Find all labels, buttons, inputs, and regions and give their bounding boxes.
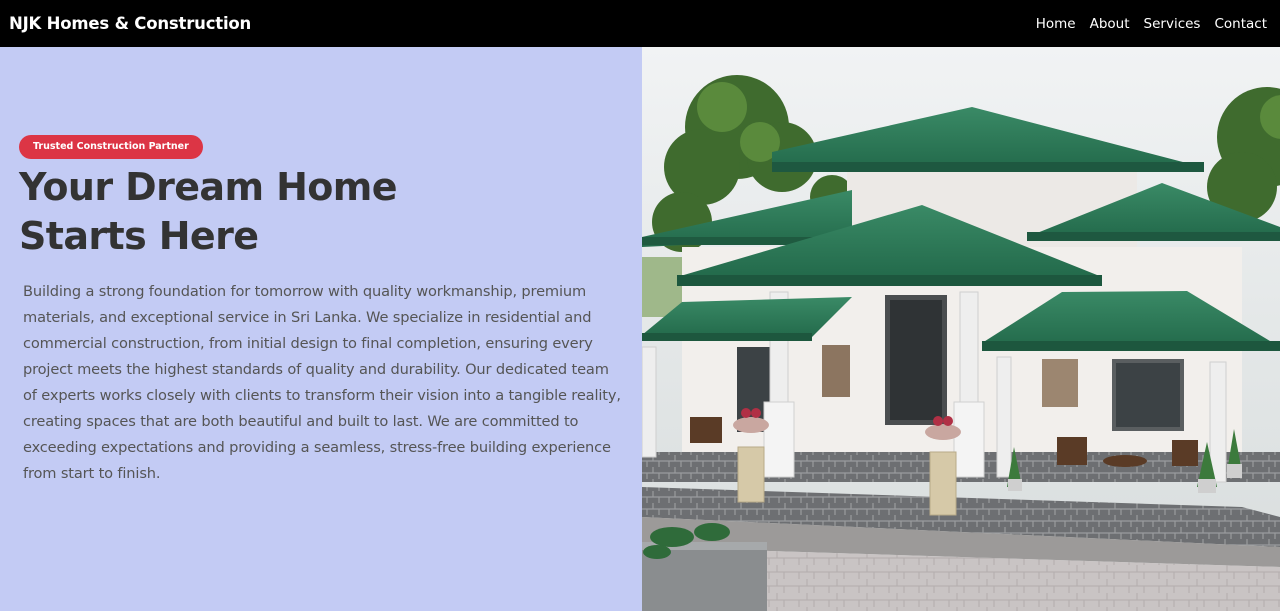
top-navbar: NJK Homes & Construction Home About Serv…	[0, 0, 1280, 47]
house-rendering-image	[642, 47, 1280, 611]
nav-link-services[interactable]: Services	[1144, 16, 1201, 32]
hero-title-line-1: Your Dream Home	[19, 165, 398, 209]
hero-title: Your Dream Home Starts Here	[19, 163, 579, 261]
trusted-partner-badge: Trusted Construction Partner	[19, 135, 203, 159]
nav-link-contact[interactable]: Contact	[1214, 16, 1267, 32]
hero-title-line-2: Starts Here	[19, 214, 259, 258]
nav-link-about[interactable]: About	[1090, 16, 1130, 32]
brand-logo-text[interactable]: NJK Homes & Construction	[9, 14, 251, 33]
hero-description: Building a strong foundation for tomorro…	[23, 283, 621, 482]
nav-link-home[interactable]: Home	[1036, 16, 1076, 32]
hero-text-panel: Trusted Construction Partner Your Dream …	[0, 47, 642, 611]
nav-links: Home About Services Contact	[1036, 16, 1267, 32]
